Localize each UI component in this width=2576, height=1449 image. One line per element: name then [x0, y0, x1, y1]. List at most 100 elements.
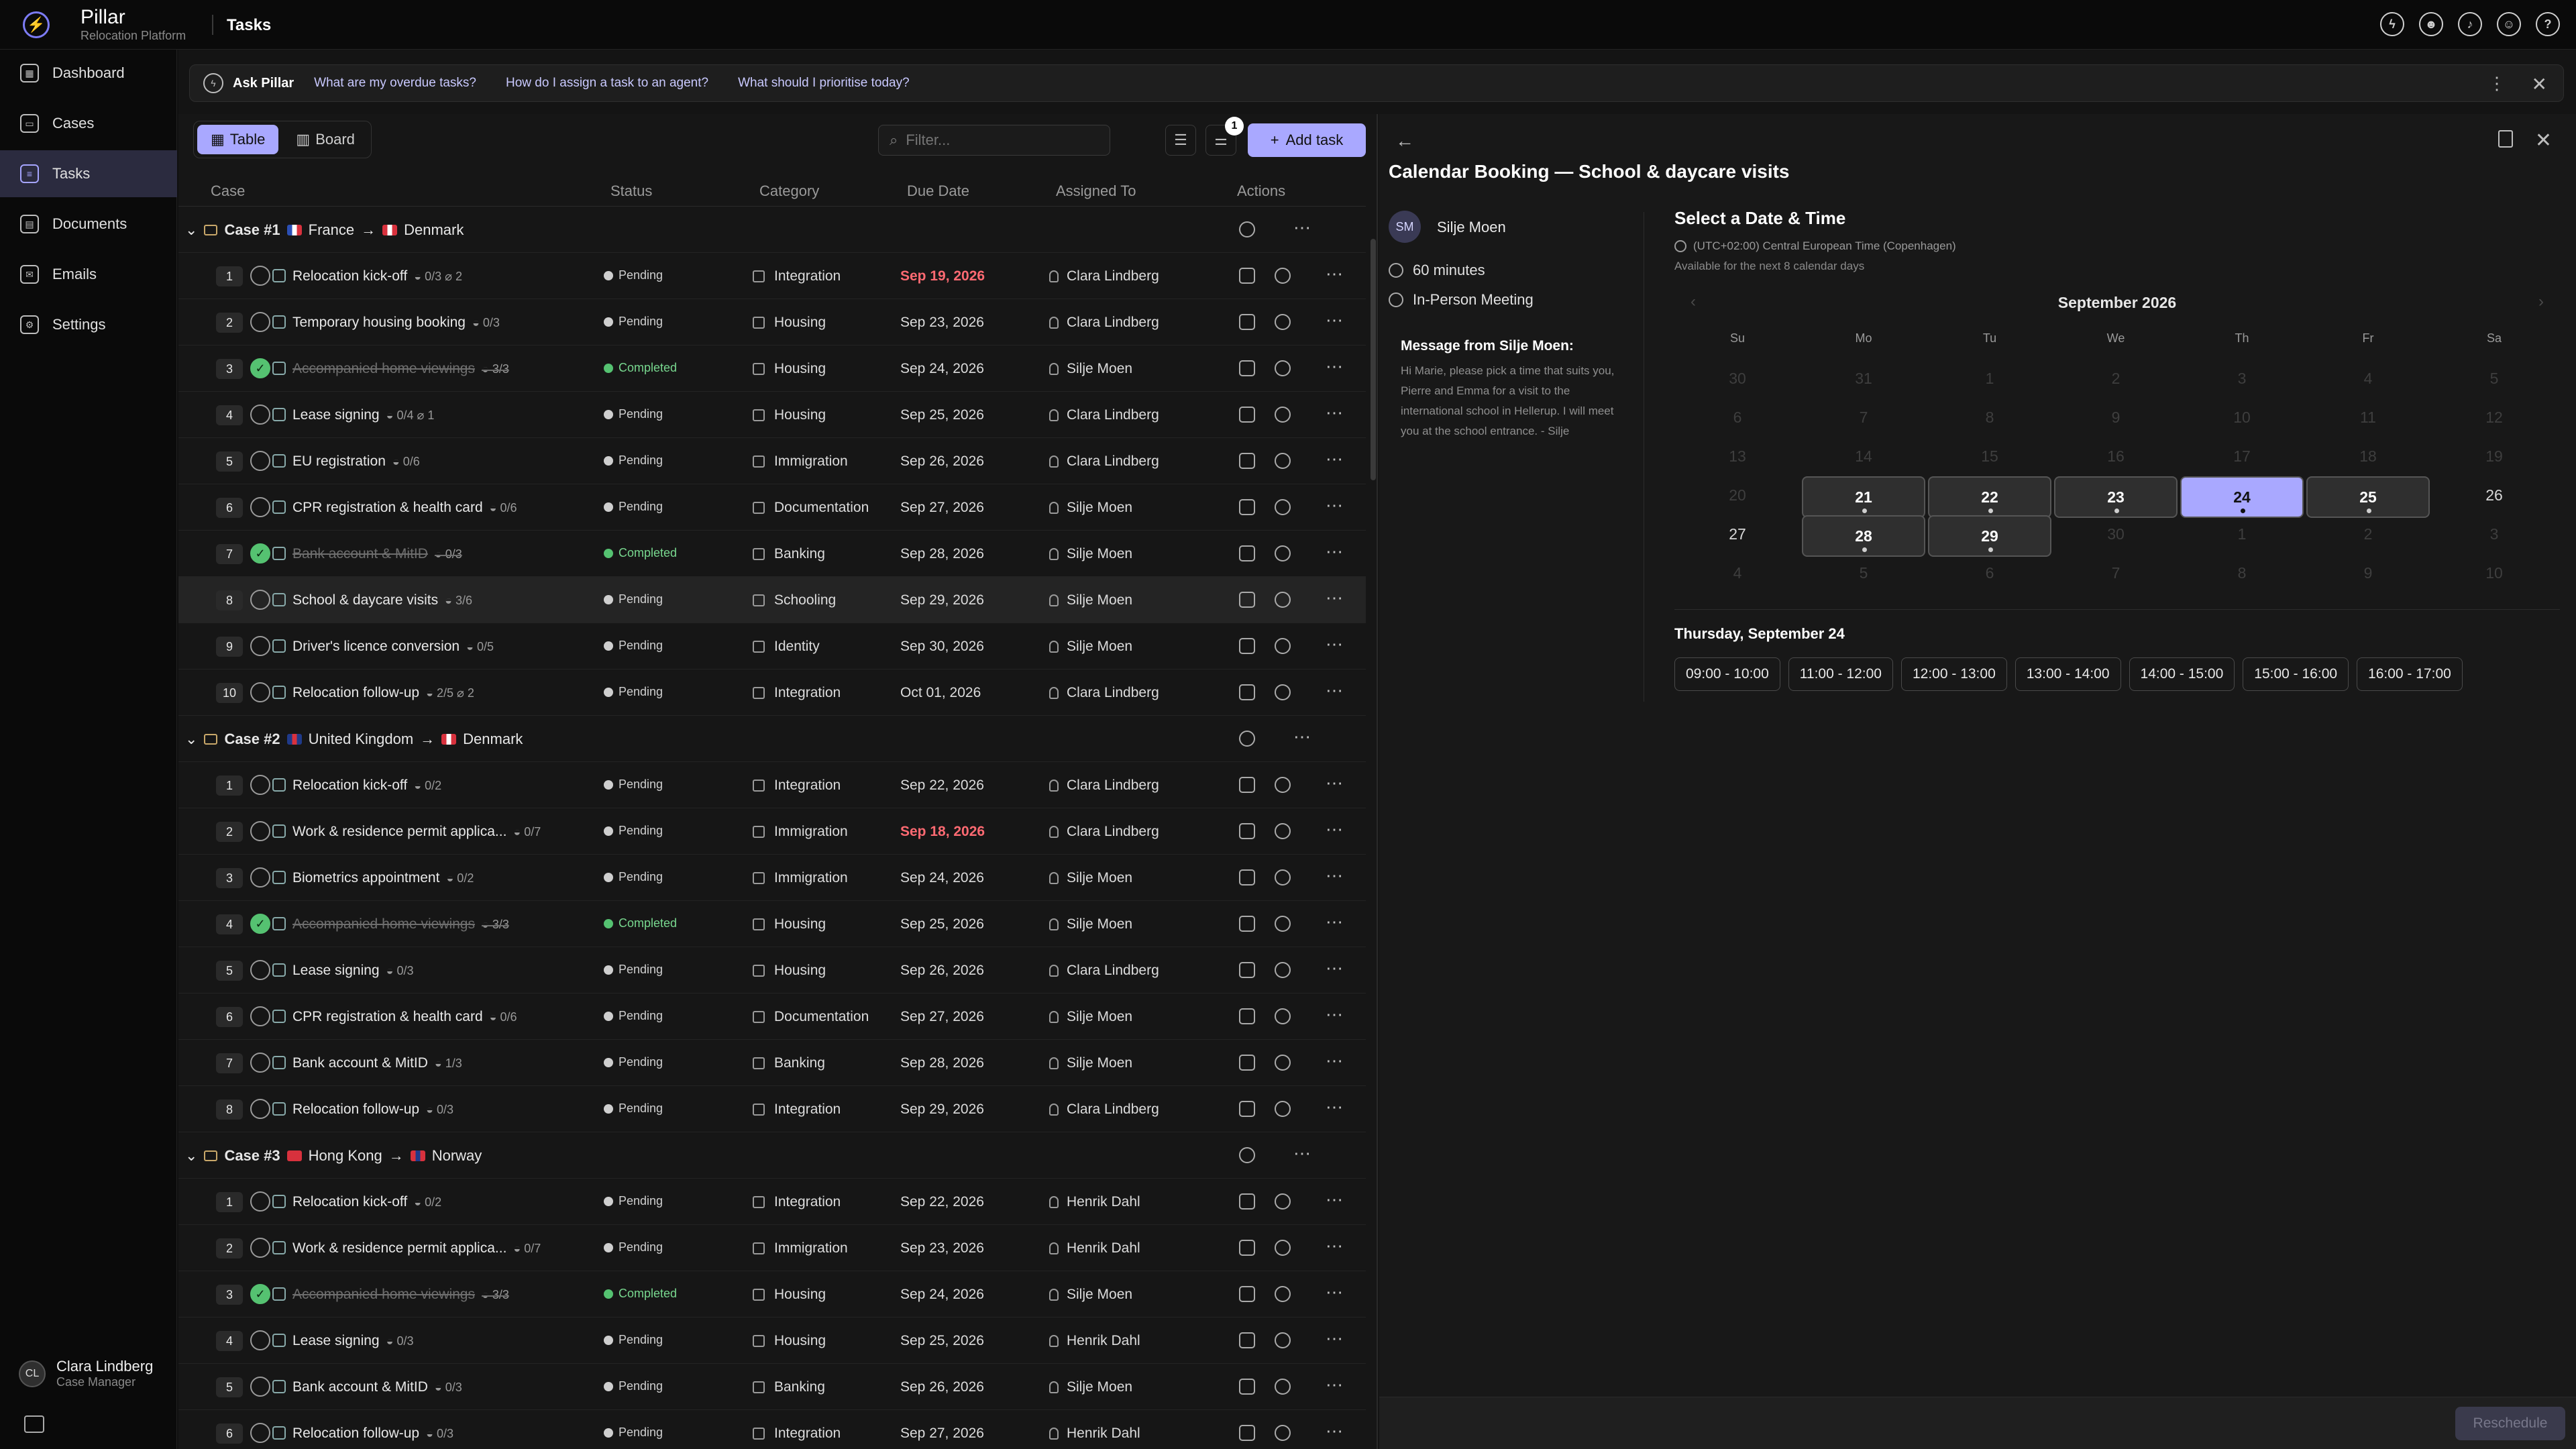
agent-icon[interactable] [1275, 314, 1291, 330]
sidebar-item-documents[interactable]: ▤ Documents [0, 201, 177, 248]
agent-icon[interactable] [1275, 1055, 1291, 1071]
task-name[interactable]: Relocation follow-up ◒ 2/5 ⌀ 2 [292, 685, 474, 701]
mail-icon[interactable] [1239, 823, 1255, 839]
more-horizontal-icon[interactable]: ⋯ [1326, 1051, 1343, 1071]
suggestion-prioritise[interactable]: What should I prioritise today? [738, 76, 910, 91]
assignee[interactable]: Silje Moen [1049, 1009, 1132, 1025]
more-horizontal-icon[interactable]: ⋯ [1326, 356, 1343, 377]
user-gear-icon[interactable]: ☻ [2419, 12, 2443, 36]
sidebar-item-cases[interactable]: ▭ Cases [0, 100, 177, 147]
task-checkbox[interactable] [250, 1006, 270, 1026]
more-horizontal-icon[interactable]: ⋯ [1293, 217, 1311, 238]
time-slot-button[interactable]: 16:00 - 17:00 [2357, 657, 2463, 691]
assignee[interactable]: Clara Lindberg [1049, 685, 1159, 701]
more-vertical-icon[interactable]: ⋮ [2488, 73, 2506, 94]
mail-icon[interactable] [1239, 268, 1255, 284]
task-name[interactable]: Accompanied home viewings ◒ 3/3 [292, 361, 509, 377]
agent-icon[interactable] [1275, 453, 1291, 469]
case-group-header[interactable]: ⌄ Case #3 Hong Kong → Norway ⋯ [178, 1132, 1366, 1179]
table-row[interactable]: 1 Relocation kick-off ◒ 0/3 ⌀ 2 Pending Inte… [178, 253, 1366, 299]
agent-icon[interactable] [1275, 869, 1291, 885]
task-name[interactable]: Lease signing ◒ 0/3 [292, 1333, 414, 1349]
more-horizontal-icon[interactable]: ⋯ [1326, 912, 1343, 932]
table-row[interactable]: 3 Biometrics appointment ◒ 0/2 Pending Immig… [178, 855, 1366, 901]
mail-icon[interactable] [1239, 962, 1255, 978]
task-name[interactable]: Driver's licence conversion ◒ 0/5 [292, 639, 494, 655]
timezone[interactable]: (UTC+02:00) Central European Time (Copen… [1674, 239, 2560, 253]
calendar-day[interactable]: 25 [2306, 476, 2430, 518]
assignee[interactable]: Henrik Dahl [1049, 1333, 1140, 1349]
task-name[interactable]: Temporary housing booking ◒ 0/3 [292, 315, 500, 331]
mail-icon[interactable] [1239, 1055, 1255, 1071]
more-horizontal-icon[interactable]: ⋯ [1326, 1004, 1343, 1025]
mail-icon[interactable] [1239, 1240, 1255, 1256]
time-slot-button[interactable]: 14:00 - 15:00 [2129, 657, 2235, 691]
task-name[interactable]: CPR registration & health card ◒ 0/6 [292, 500, 517, 516]
assignee[interactable]: Clara Lindberg [1049, 315, 1159, 331]
mail-icon[interactable] [1239, 1008, 1255, 1024]
agent-icon[interactable] [1275, 684, 1291, 700]
calendar-day[interactable]: 24 [2180, 476, 2304, 518]
assignee[interactable]: Clara Lindberg [1049, 777, 1159, 794]
time-slot-button[interactable]: 12:00 - 13:00 [1900, 657, 2007, 691]
table-row[interactable]: 4 Lease signing ◒ 0/3 Pending Housing Sep 25,… [178, 1318, 1366, 1364]
assignee[interactable]: Henrik Dahl [1049, 1240, 1140, 1256]
more-horizontal-icon[interactable]: ⋯ [1326, 1328, 1343, 1349]
agent-icon[interactable] [1275, 360, 1291, 376]
time-slot-button[interactable]: 15:00 - 16:00 [2243, 657, 2349, 691]
assignee[interactable]: Silje Moen [1049, 361, 1132, 377]
task-name[interactable]: Relocation follow-up ◒ 0/3 [292, 1102, 453, 1118]
table-row[interactable]: 7 ✓ Bank account & MitID ◒ 0/3 Completed Bank… [178, 531, 1366, 577]
task-checkbox[interactable]: ✓ [250, 914, 270, 934]
sidebar-item-emails[interactable]: ✉ Emails [0, 251, 177, 298]
task-checkbox[interactable] [250, 1053, 270, 1073]
table-row[interactable]: 9 Driver's licence conversion ◒ 0/5 Pending… [178, 623, 1366, 669]
reschedule-button[interactable]: Reschedule [2455, 1407, 2565, 1440]
agent-icon[interactable] [1275, 1425, 1291, 1441]
more-horizontal-icon[interactable]: ⋯ [1326, 1375, 1343, 1395]
assignee[interactable]: Silje Moen [1049, 639, 1132, 655]
agent-icon[interactable] [1239, 731, 1255, 747]
task-name[interactable]: Biometrics appointment ◒ 0/2 [292, 870, 474, 886]
task-name[interactable]: Accompanied home viewings ◒ 3/3 [292, 916, 509, 932]
mail-icon[interactable] [1239, 1101, 1255, 1117]
more-horizontal-icon[interactable]: ⋯ [1326, 541, 1343, 562]
mail-icon[interactable] [1239, 1193, 1255, 1210]
task-name[interactable]: School & daycare visits ◒ 3/6 [292, 592, 472, 608]
mail-icon[interactable] [1239, 545, 1255, 561]
sidebar-item-settings[interactable]: ⚙ Settings [0, 301, 177, 348]
mail-icon[interactable] [1239, 407, 1255, 423]
task-checkbox[interactable] [250, 590, 270, 610]
assignee[interactable]: Clara Lindberg [1049, 824, 1159, 840]
task-checkbox[interactable] [250, 405, 270, 425]
table-row[interactable]: 2 Work & residence permit applica... ◒ 0/7… [178, 808, 1366, 855]
table-row[interactable]: 3 ✓ Accompanied home viewings ◒ 3/3 Complete… [178, 345, 1366, 392]
task-checkbox[interactable] [250, 1191, 270, 1212]
task-checkbox[interactable] [250, 451, 270, 471]
more-horizontal-icon[interactable]: ⋯ [1326, 958, 1343, 979]
agent-icon[interactable] [1275, 1240, 1291, 1256]
task-checkbox[interactable] [250, 682, 270, 702]
mail-icon[interactable] [1239, 1332, 1255, 1348]
task-name[interactable]: Relocation kick-off ◒ 0/2 [292, 777, 441, 794]
more-horizontal-icon[interactable]: ⋯ [1326, 819, 1343, 840]
task-checkbox[interactable] [250, 1330, 270, 1350]
agent-icon[interactable] [1275, 1286, 1291, 1302]
agent-icon[interactable] [1275, 777, 1291, 793]
task-checkbox[interactable] [250, 312, 270, 332]
sidebar-collapse-icon[interactable] [24, 1415, 44, 1433]
mail-icon[interactable] [1239, 592, 1255, 608]
bolt-icon[interactable]: ϟ [2380, 12, 2404, 36]
close-icon[interactable]: ✕ [2532, 73, 2547, 95]
table-row[interactable]: 1 Relocation kick-off ◒ 0/2 Pending Integrat… [178, 762, 1366, 808]
task-checkbox[interactable] [250, 497, 270, 517]
assignee[interactable]: Silje Moen [1049, 592, 1132, 608]
assignee[interactable]: Silje Moen [1049, 1379, 1132, 1395]
table-row[interactable]: 8 Relocation follow-up ◒ 0/3 Pending Integra… [178, 1086, 1366, 1132]
task-checkbox[interactable]: ✓ [250, 1284, 270, 1304]
table-row[interactable]: 4 ✓ Accompanied home viewings ◒ 3/3 Complete… [178, 901, 1366, 947]
agent-icon[interactable] [1275, 268, 1291, 284]
smiley-icon[interactable]: ☺ [2497, 12, 2521, 36]
chevron-down-icon[interactable]: ⌄ [185, 731, 197, 748]
task-name[interactable]: Work & residence permit applica... ◒ 0/7 [292, 824, 541, 840]
